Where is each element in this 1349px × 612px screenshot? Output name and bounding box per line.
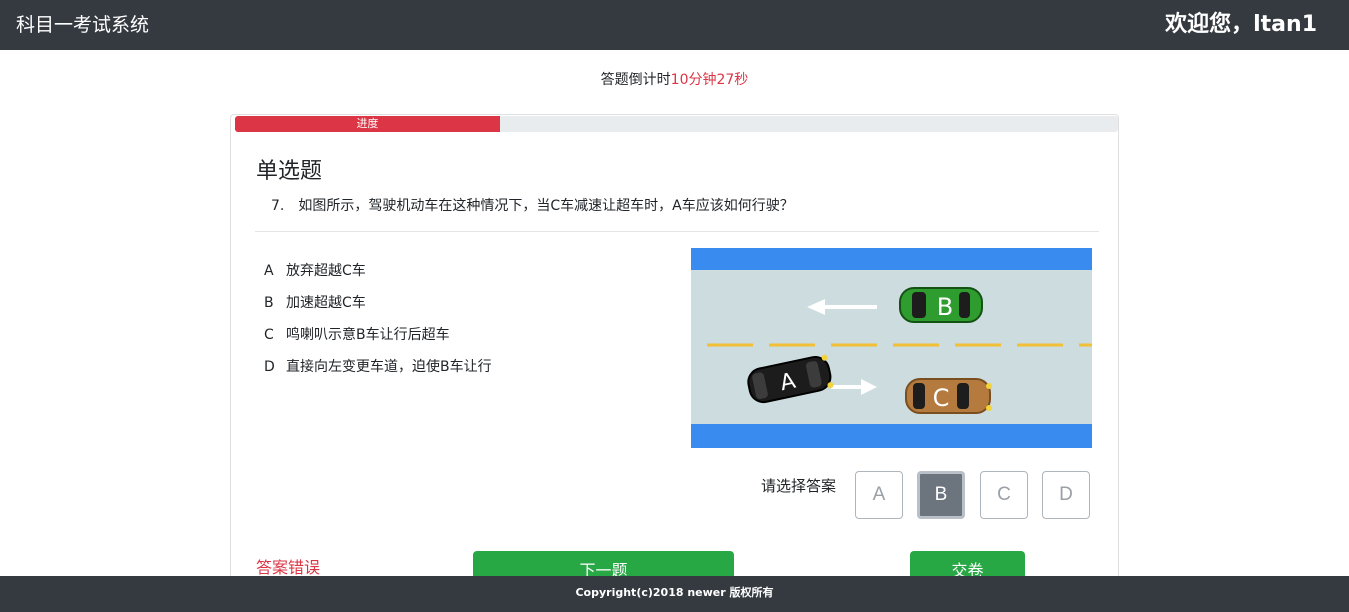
progress-fill: 进度 [235, 116, 500, 132]
car-b-icon: B [899, 287, 983, 323]
question-type: 单选题 [256, 159, 323, 184]
question-body: 如图所示，驾驶机动车在这种情况下，当C车减速让超车时，A车应该如何行驶？ [298, 198, 794, 214]
option-text: 放弃超越C车 [286, 263, 366, 279]
option-c: C 鸣喇叭示意B车让行后超车 [264, 324, 492, 356]
option-text: 鸣喇叭示意B车让行后超车 [286, 327, 450, 343]
footer-copyright: Copyright(c)2018 newer 版权所有 [0, 576, 1349, 612]
answer-choice-d[interactable]: D [1042, 471, 1090, 519]
top-navbar: 科目一考试系统 欢迎您，ltan1 [0, 0, 1349, 50]
option-list: A 放弃超越C车 B 加速超越C车 C 鸣喇叭示意B车让行后超车 D 直接向左变更车道，… [264, 260, 492, 388]
car-b-label: B [937, 293, 953, 321]
answer-choice-a[interactable]: A [855, 471, 903, 519]
welcome-user: 欢迎您，ltan1 [1165, 12, 1317, 37]
option-text: 直接向左变更车道，迫使B车让行 [286, 359, 492, 375]
road-edge-bottom [691, 424, 1092, 448]
option-letter: A [264, 263, 274, 279]
answer-choice-c[interactable]: C [980, 471, 1028, 519]
option-letter: C [264, 327, 274, 343]
divider [255, 231, 1099, 232]
question-card: 进度 单选题 7. 如图所示，驾驶机动车在这种情况下，当C车减速让超车时，A车应该… [230, 114, 1119, 594]
countdown-label: 答题倒计时 [600, 72, 671, 88]
answer-choice-b[interactable]: B [917, 471, 965, 519]
option-letter: D [264, 359, 275, 375]
option-a: A 放弃超越C车 [264, 260, 492, 292]
answer-prompt: 请选择答案 [761, 477, 837, 495]
car-c-label: C [933, 384, 950, 412]
app-title[interactable]: 科目一考试系统 [16, 10, 149, 37]
question-text: 7. 如图所示，驾驶机动车在这种情况下，当C车减速让超车时，A车应该如何行驶？ [271, 195, 794, 215]
option-letter: B [264, 295, 274, 311]
countdown-remaining: 10分钟27秒 [670, 72, 749, 88]
question-number: 7. [271, 198, 285, 214]
option-text: 加速超越C车 [286, 295, 366, 311]
question-image-road-scene: B A C [691, 248, 1092, 448]
answer-result: 答案错误 [256, 558, 321, 577]
countdown-timer: 答题倒计时10分钟27秒 [0, 69, 1349, 89]
road-surface [691, 248, 1092, 448]
road-edge-top [691, 248, 1092, 270]
option-b: B 加速超越C车 [264, 292, 492, 324]
car-c-icon: C [905, 378, 992, 414]
option-d: D 直接向左变更车道，迫使B车让行 [264, 356, 492, 388]
progress-bar: 进度 [235, 116, 1118, 132]
